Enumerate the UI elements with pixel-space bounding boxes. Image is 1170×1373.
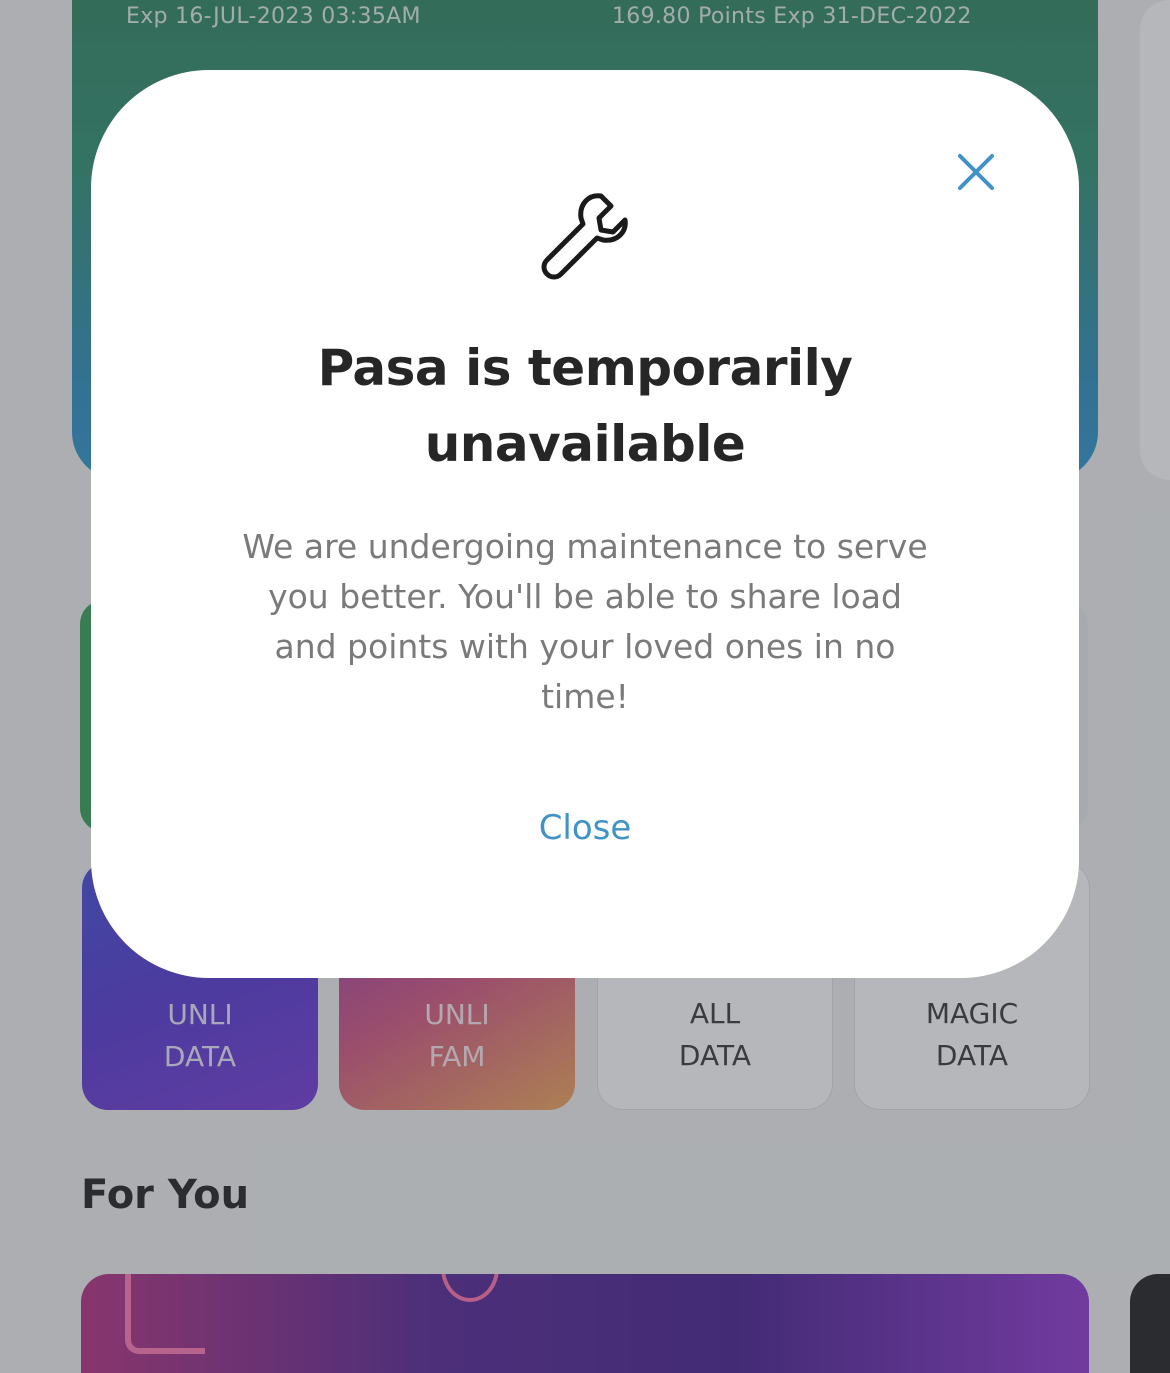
close-icon[interactable] (952, 148, 1000, 196)
wrench-icon (539, 188, 633, 282)
close-button[interactable]: Close (485, 798, 685, 858)
dialog-title: Pasa is temporarily unavailable (317, 339, 853, 473)
dialog-message: We are undergoing maintenance to serve y… (242, 527, 928, 716)
maintenance-dialog: Pasa is temporarily unavailable We are u… (91, 70, 1079, 978)
app-screen: Exp 16-JUL-2023 03:35AM 169.80 Points Ex… (0, 0, 1170, 1373)
